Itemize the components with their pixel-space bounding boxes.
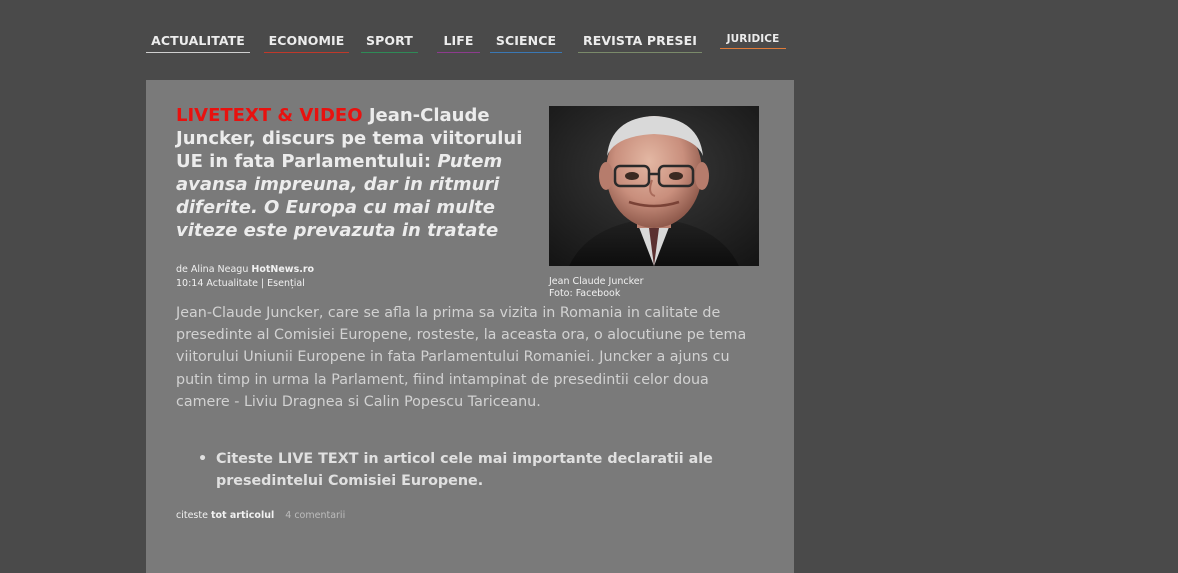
nav-label: ACTUALITATE: [151, 33, 245, 48]
nav-juridice[interactable]: JURIDICE: [720, 28, 786, 50]
nav-underline: [437, 52, 480, 53]
caption-name: Jean Claude Juncker: [549, 276, 644, 287]
bullet-text: Citeste LIVE TEXT in articol cele mai im…: [216, 451, 713, 489]
caption-credit: Foto: Facebook: [549, 288, 621, 299]
nav-underline: [264, 52, 349, 53]
nav-label: SCIENCE: [495, 33, 557, 48]
nav-sport[interactable]: SPORT: [361, 30, 418, 53]
article-photo-box: Jean Claude Juncker Foto: Facebook: [549, 106, 759, 300]
nav-revista-presei[interactable]: REVISTA PRESEI: [578, 30, 702, 53]
nav-underline: [720, 48, 786, 49]
nav-label: JURIDICE: [726, 33, 780, 45]
timestamp-section: 10:14 Actualitate | Esențial: [176, 278, 305, 289]
article-byline: de Alina Neagu HotNews.ro 10:14 Actualit…: [176, 263, 314, 291]
article-footer: citeste tot articolul 4 comentarii: [176, 510, 345, 521]
article-body: Jean-Claude Juncker, care se afla la pri…: [176, 305, 747, 410]
read-more-label: tot articolul: [210, 510, 275, 521]
nav-underline: [146, 52, 250, 53]
list-item[interactable]: • Citeste LIVE TEXT in articol cele mai …: [176, 448, 756, 492]
article-card: LIVETEXT & VIDEO Jean-Claude Juncker, di…: [146, 80, 794, 573]
author: de Alina Neagu: [176, 264, 249, 275]
nav-underline: [490, 52, 562, 53]
nav-life[interactable]: LIFE: [437, 30, 480, 53]
article-headline[interactable]: LIVETEXT & VIDEO Jean-Claude Juncker, di…: [176, 104, 536, 242]
bullet-dot: •: [198, 451, 208, 467]
article-photo[interactable]: [549, 106, 759, 266]
source: HotNews.ro: [251, 264, 315, 275]
nav-label: ECONOMIE: [268, 33, 345, 48]
read-more-prefix: citeste: [176, 510, 208, 521]
nav-label: SPORT: [366, 33, 413, 48]
article-bullets: • Citeste LIVE TEXT in articol cele mai …: [176, 448, 756, 492]
nav-underline: [578, 52, 702, 53]
nav-underline: [361, 52, 418, 53]
nav-label: REVISTA PRESEI: [583, 33, 697, 48]
nav-science[interactable]: SCIENCE: [490, 30, 562, 53]
comments-link[interactable]: 4 comentarii: [285, 510, 345, 521]
read-more-link[interactable]: citeste tot articolul: [176, 510, 277, 521]
article-kicker: LIVETEXT & VIDEO: [176, 105, 363, 126]
nav-actualitate[interactable]: ACTUALITATE: [146, 30, 250, 53]
nav-label: LIFE: [443, 33, 474, 48]
photo-caption: Jean Claude Juncker Foto: Facebook: [549, 276, 759, 300]
nav-economie[interactable]: ECONOMIE: [264, 30, 349, 53]
